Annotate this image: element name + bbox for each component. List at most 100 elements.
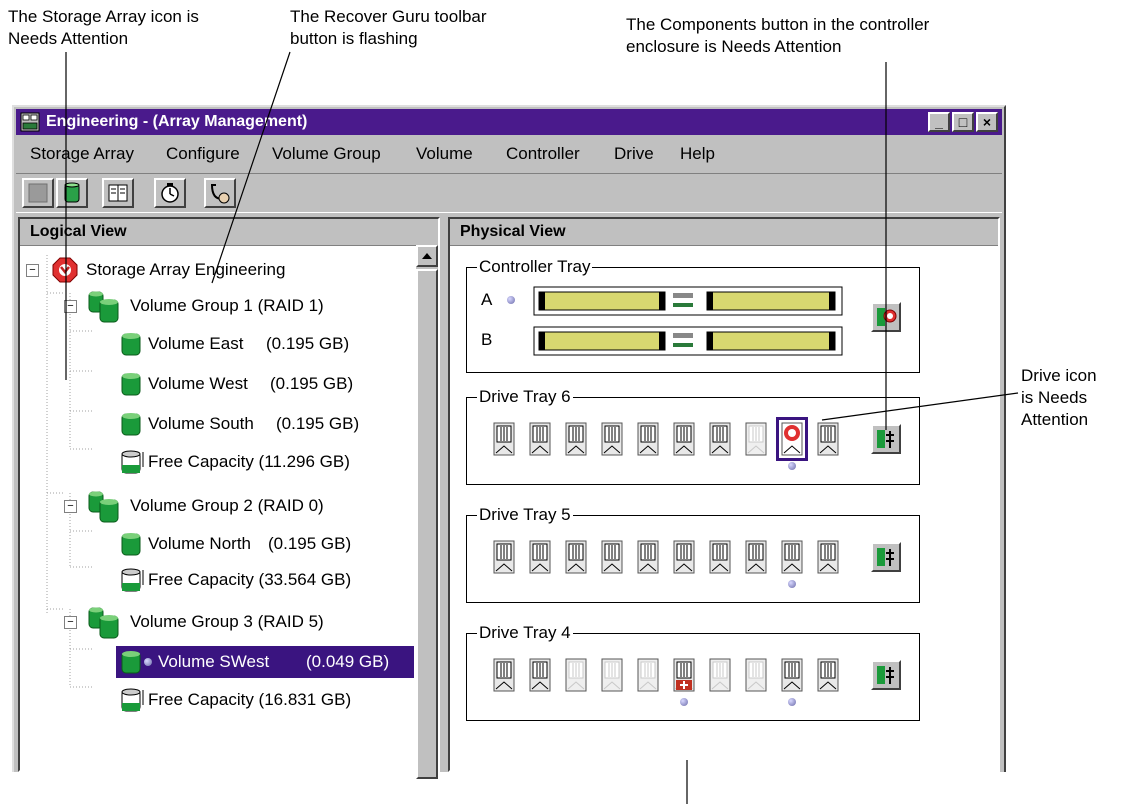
drive-bay[interactable] — [709, 422, 731, 456]
drive-icon — [601, 658, 623, 692]
drive-bay[interactable] — [601, 422, 623, 456]
components-needs-attention-icon — [877, 308, 897, 326]
drive-icon — [493, 422, 515, 456]
free-capacity-icon — [121, 450, 144, 474]
volume-icon — [121, 651, 141, 674]
drive-icon — [817, 422, 839, 456]
scroll-thumb[interactable] — [416, 269, 438, 779]
menu-storage-array[interactable]: Storage Array — [30, 139, 134, 169]
drive-bay[interactable] — [529, 658, 551, 692]
toolbar-book-button[interactable] — [102, 178, 134, 208]
maximize-button[interactable]: □ — [952, 112, 974, 132]
drive-icon — [565, 540, 587, 574]
drive-bay[interactable] — [637, 658, 659, 692]
minimize-button[interactable]: _ — [928, 112, 950, 132]
drive-bay[interactable] — [781, 658, 803, 692]
status-dot-icon — [788, 698, 796, 706]
close-button[interactable]: × — [976, 112, 998, 132]
volume-icon — [121, 533, 141, 556]
menu-bar: Storage Array Configure Volume Group Vol… — [16, 139, 1002, 169]
recover-guru-icon — [211, 184, 230, 204]
drive-bay[interactable] — [565, 540, 587, 574]
drive-icon — [781, 540, 803, 574]
components-button-tray5[interactable] — [871, 542, 901, 572]
controller-b-label: B — [481, 330, 493, 349]
drive-bay[interactable] — [745, 540, 767, 574]
drive-tray-4: Drive Tray 4 — [466, 623, 920, 721]
drive-bay[interactable] — [601, 658, 623, 692]
drive-bay[interactable] — [673, 422, 695, 456]
components-icon — [877, 666, 894, 684]
toolbar-timer-button[interactable] — [154, 178, 186, 208]
expander-vg2[interactable]: − — [64, 500, 77, 513]
expander-root[interactable]: − — [26, 264, 39, 277]
drive-bay[interactable] — [493, 540, 515, 574]
status-dot-icon — [788, 580, 796, 588]
drive-bay[interactable] — [817, 540, 839, 574]
volume-icon — [121, 373, 141, 396]
drive-bay[interactable] — [673, 540, 695, 574]
components-icon — [877, 430, 894, 448]
scroll-up-button[interactable] — [416, 245, 438, 267]
drive-bay[interactable] — [637, 540, 659, 574]
controller-a[interactable] — [533, 286, 843, 316]
recover-guru-button[interactable] — [204, 178, 236, 208]
drive-needs-attention-icon — [781, 422, 803, 456]
menu-volume[interactable]: Volume — [416, 139, 473, 169]
drive-bay[interactable] — [745, 658, 767, 692]
callout-recover-guru: The Recover Guru toolbar button is flash… — [290, 7, 487, 48]
drive-bay[interactable] — [493, 658, 515, 692]
components-button-controller[interactable] — [871, 302, 901, 332]
drive-bay[interactable] — [529, 422, 551, 456]
components-button-tray6[interactable] — [871, 424, 901, 454]
application-window: Engineering - (Array Management) _ □ × S… — [12, 105, 1006, 779]
drive-icon — [673, 658, 695, 692]
status-dot-icon — [788, 462, 796, 470]
toolbar-array-button[interactable] — [22, 178, 54, 208]
controller-b[interactable] — [533, 326, 843, 356]
menu-drive[interactable]: Drive — [614, 139, 654, 169]
menu-configure[interactable]: Configure — [166, 139, 240, 169]
drive-bay[interactable] — [745, 422, 767, 456]
drive-icon — [493, 540, 515, 574]
drive-bay[interactable] — [493, 422, 515, 456]
controller-tray-label: Controller Tray — [477, 257, 593, 277]
callout-storage-array-icon: The Storage Array icon is Needs Attentio… — [8, 7, 199, 48]
physical-view-pane: Physical View Controller Tray A B Drive … — [448, 217, 1000, 772]
components-button-tray4[interactable] — [871, 660, 901, 690]
drive-icon — [529, 540, 551, 574]
drive-icon — [673, 422, 695, 456]
drive-icon — [601, 540, 623, 574]
drive-bay[interactable] — [709, 540, 731, 574]
menu-help[interactable]: Help — [680, 139, 715, 169]
drive-bay[interactable] — [601, 540, 623, 574]
drive-bay[interactable] — [529, 540, 551, 574]
menu-controller[interactable]: Controller — [506, 139, 580, 169]
drive-tray-6: Drive Tray 6 — [466, 387, 920, 485]
drive-icon — [745, 422, 767, 456]
drive-tray-6-label: Drive Tray 6 — [477, 387, 573, 407]
drive-icon — [637, 422, 659, 456]
drive-icon — [565, 658, 587, 692]
drive-icon — [709, 422, 731, 456]
expander-vg3[interactable]: − — [64, 616, 77, 629]
vertical-scrollbar[interactable] — [416, 245, 438, 779]
menu-volume-group[interactable]: Volume Group — [272, 139, 381, 169]
drive-needs-attention[interactable] — [776, 417, 808, 461]
drive-bay[interactable] — [565, 658, 587, 692]
storage-icon — [64, 182, 80, 203]
drive-icon — [529, 422, 551, 456]
expander-vg1[interactable]: − — [64, 300, 77, 313]
drive-bay[interactable] — [781, 540, 803, 574]
drive-bay[interactable] — [817, 658, 839, 692]
drive-bay[interactable] — [565, 422, 587, 456]
arrow-up-icon — [422, 253, 432, 259]
drive-bay[interactable] — [637, 422, 659, 456]
drive-icon — [493, 658, 515, 692]
drive-bay[interactable] — [673, 658, 695, 692]
toolbar-storage-button[interactable] — [56, 178, 88, 208]
drive-bay[interactable] — [817, 422, 839, 456]
volume-icon — [121, 413, 141, 436]
drive-bay[interactable] — [709, 658, 731, 692]
title-bar[interactable]: Engineering - (Array Management) _ □ × — [16, 109, 1002, 135]
